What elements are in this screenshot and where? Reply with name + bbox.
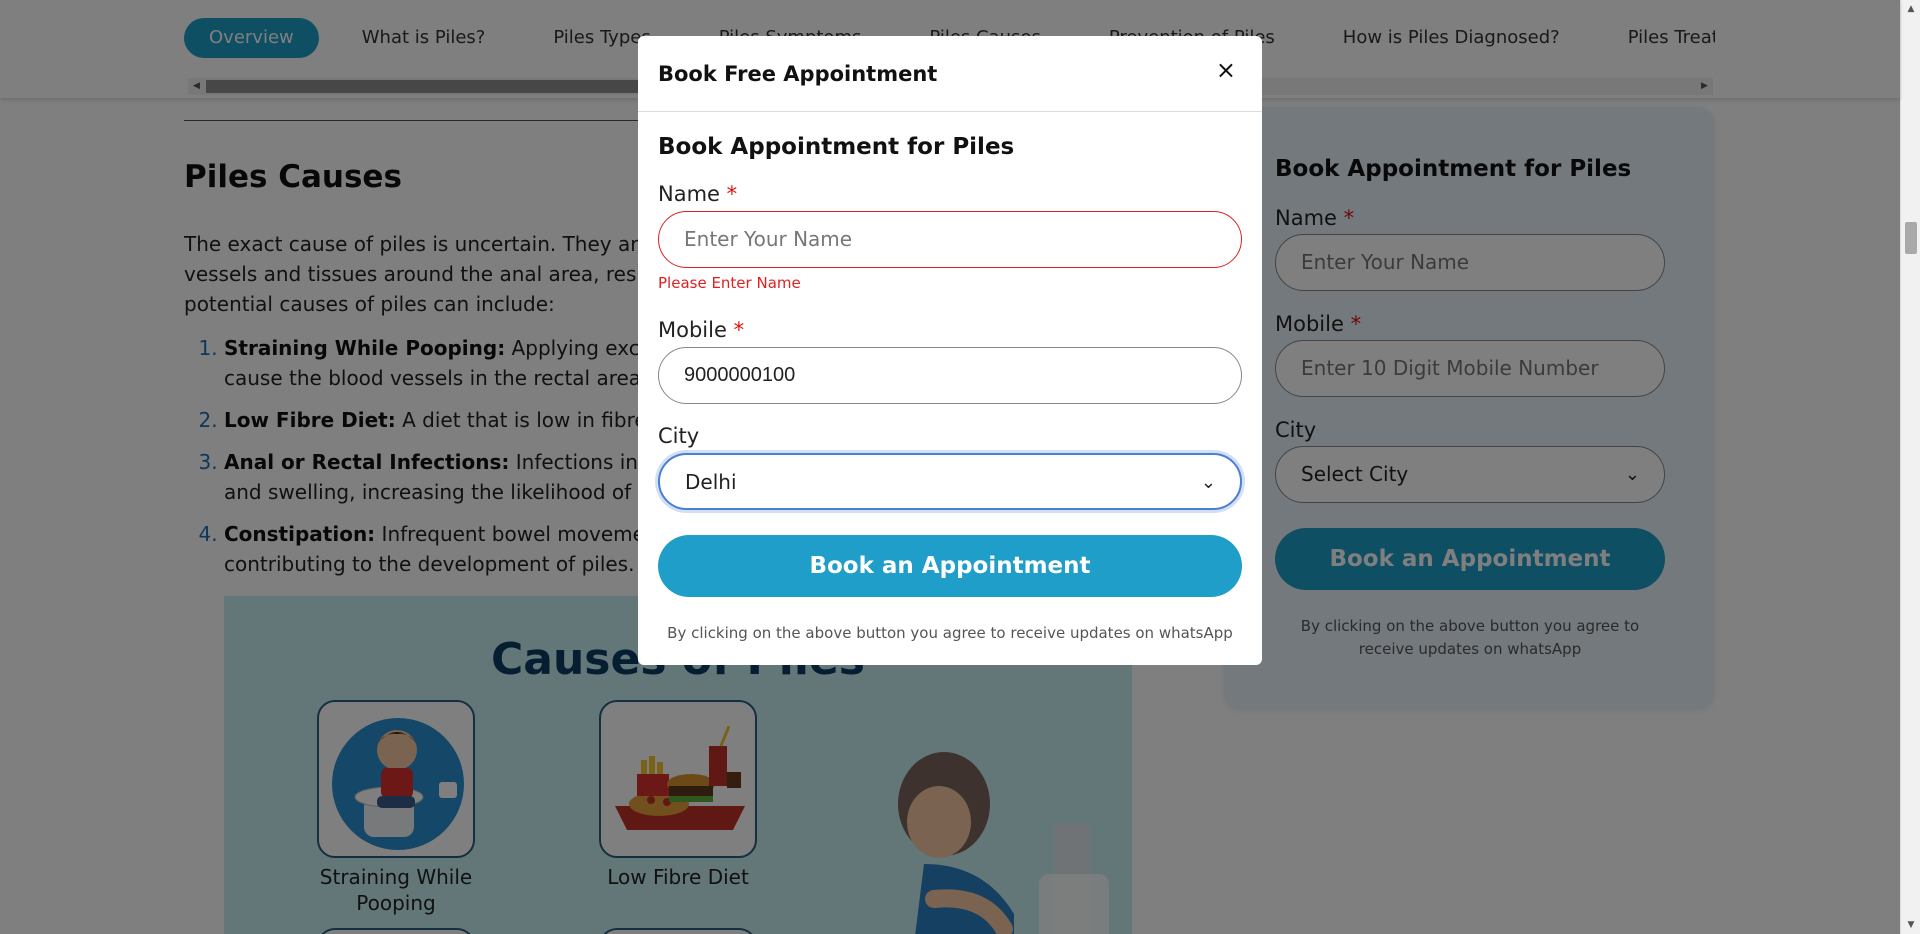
modal-mobile-label: Mobile *: [658, 318, 744, 342]
modal-disclaimer: By clicking on the above button you agre…: [667, 624, 1233, 642]
modal-name-label: Name *: [658, 182, 737, 206]
modal-name-input[interactable]: Enter Your Name: [658, 211, 1242, 268]
scroll-down-arrow-icon[interactable]: ▼: [1901, 920, 1920, 930]
modal-header: Book Free Appointment ×: [638, 36, 1262, 112]
modal-mobile-input[interactable]: 9000000100: [658, 347, 1242, 404]
modal-city-label: City: [658, 424, 700, 448]
modal-book-button[interactable]: Book an Appointment: [658, 535, 1242, 597]
name-error-message: Please Enter Name: [658, 274, 801, 292]
page-vertical-scrollbar[interactable]: ▲ ▼: [1900, 0, 1920, 934]
book-appointment-modal: Book Free Appointment × Book Appointment…: [638, 36, 1262, 665]
name-label-text: Name: [658, 182, 720, 206]
modal-title: Book Free Appointment: [658, 62, 938, 86]
modal-city-select[interactable]: Delhi ⌄: [658, 453, 1242, 510]
scroll-up-arrow-icon[interactable]: ▲: [1901, 4, 1920, 14]
required-mark: *: [726, 182, 738, 206]
chevron-down-icon: ⌄: [1200, 472, 1216, 493]
mobile-label-text: Mobile: [658, 318, 727, 342]
modal-form-heading: Book Appointment for Piles: [658, 134, 1015, 160]
scrollbar-thumb[interactable]: [1905, 222, 1917, 254]
close-icon[interactable]: ×: [1216, 56, 1236, 84]
city-select-value: Delhi: [685, 470, 737, 494]
required-mark: *: [733, 318, 745, 342]
